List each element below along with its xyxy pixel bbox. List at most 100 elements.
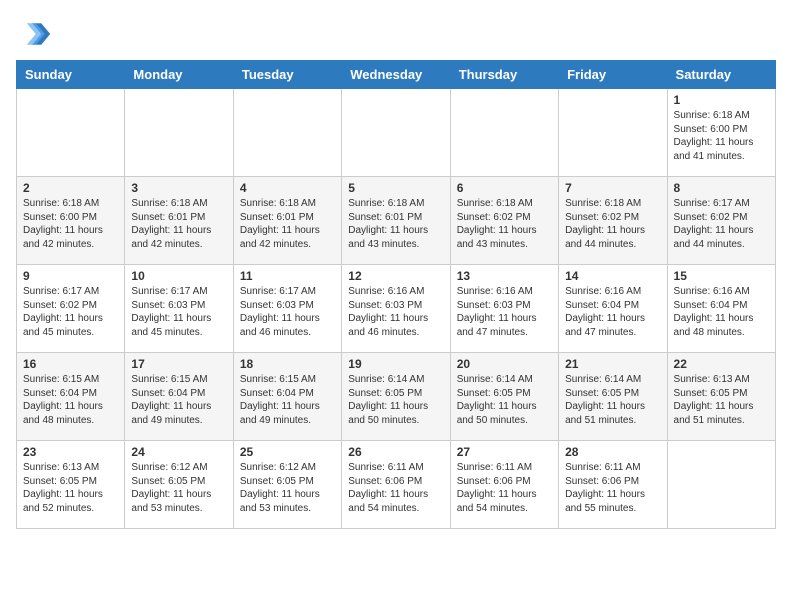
calendar-cell: 15 Sunrise: 6:16 AM Sunset: 6:04 PM Dayli… <box>667 265 775 353</box>
page-header <box>16 16 776 52</box>
day-number: 3 <box>131 181 226 195</box>
calendar-week-2: 2 Sunrise: 6:18 AM Sunset: 6:00 PM Daylig… <box>17 177 776 265</box>
calendar-week-4: 16 Sunrise: 6:15 AM Sunset: 6:04 PM Dayli… <box>17 353 776 441</box>
calendar-cell: 11 Sunrise: 6:17 AM Sunset: 6:03 PM Dayli… <box>233 265 341 353</box>
day-number: 18 <box>240 357 335 371</box>
day-number: 5 <box>348 181 443 195</box>
day-number: 13 <box>457 269 552 283</box>
day-number: 10 <box>131 269 226 283</box>
day-number: 12 <box>348 269 443 283</box>
day-number: 7 <box>565 181 660 195</box>
calendar-cell: 1Sunrise: 6:18 AM Sunset: 6:00 PM Daylig… <box>667 89 775 177</box>
day-info: Sunrise: 6:11 AM Sunset: 6:06 PM Dayligh… <box>457 461 552 515</box>
calendar-cell: 23Sunrise: 6:13 AM Sunset: 6:05 PM Dayli… <box>17 441 125 529</box>
calendar-table: SundayMondayTuesdayWednesdayThursdayFrid… <box>16 60 776 529</box>
calendar-cell: 20 Sunrise: 6:14 AM Sunset: 6:05 PM Dayli… <box>450 353 558 441</box>
day-info: Sunrise: 6:18 AM Sunset: 6:01 PM Dayligh… <box>348 197 443 251</box>
weekday-header-tuesday: Tuesday <box>233 61 341 89</box>
day-info: Sunrise: 6:16 AM Sunset: 6:03 PM Dayligh… <box>457 285 552 339</box>
day-number: 11 <box>240 269 335 283</box>
calendar-cell: 17 Sunrise: 6:15 AM Sunset: 6:04 PM Dayli… <box>125 353 233 441</box>
calendar-cell: 19 Sunrise: 6:14 AM Sunset: 6:05 PM Dayli… <box>342 353 450 441</box>
calendar-cell <box>342 89 450 177</box>
day-info: Sunrise: 6:17 AM Sunset: 6:02 PM Dayligh… <box>674 197 769 251</box>
calendar-cell <box>17 89 125 177</box>
day-number: 6 <box>457 181 552 195</box>
calendar-cell: 24 Sunrise: 6:12 AM Sunset: 6:05 PM Dayli… <box>125 441 233 529</box>
day-info: Sunrise: 6:16 AM Sunset: 6:04 PM Dayligh… <box>674 285 769 339</box>
day-number: 14 <box>565 269 660 283</box>
day-info: Sunrise: 6:17 AM Sunset: 6:03 PM Dayligh… <box>131 285 226 339</box>
day-number: 2 <box>23 181 118 195</box>
day-number: 8 <box>674 181 769 195</box>
weekday-header-row: SundayMondayTuesdayWednesdayThursdayFrid… <box>17 61 776 89</box>
calendar-cell: 22 Sunrise: 6:13 AM Sunset: 6:05 PM Dayli… <box>667 353 775 441</box>
calendar-cell <box>559 89 667 177</box>
day-info: Sunrise: 6:13 AM Sunset: 6:05 PM Dayligh… <box>23 461 118 515</box>
logo-icon <box>16 16 52 52</box>
day-number: 24 <box>131 445 226 459</box>
calendar-cell: 8 Sunrise: 6:17 AM Sunset: 6:02 PM Daylig… <box>667 177 775 265</box>
day-info: Sunrise: 6:17 AM Sunset: 6:02 PM Dayligh… <box>23 285 118 339</box>
day-number: 20 <box>457 357 552 371</box>
calendar-cell <box>125 89 233 177</box>
day-info: Sunrise: 6:12 AM Sunset: 6:05 PM Dayligh… <box>240 461 335 515</box>
calendar-cell: 2 Sunrise: 6:18 AM Sunset: 6:00 PM Daylig… <box>17 177 125 265</box>
day-info: Sunrise: 6:16 AM Sunset: 6:03 PM Dayligh… <box>348 285 443 339</box>
day-info: Sunrise: 6:14 AM Sunset: 6:05 PM Dayligh… <box>457 373 552 427</box>
day-info: Sunrise: 6:18 AM Sunset: 6:02 PM Dayligh… <box>457 197 552 251</box>
weekday-header-wednesday: Wednesday <box>342 61 450 89</box>
day-number: 21 <box>565 357 660 371</box>
day-number: 17 <box>131 357 226 371</box>
weekday-header-saturday: Saturday <box>667 61 775 89</box>
day-info: Sunrise: 6:18 AM Sunset: 6:02 PM Dayligh… <box>565 197 660 251</box>
day-number: 15 <box>674 269 769 283</box>
day-number: 9 <box>23 269 118 283</box>
weekday-header-monday: Monday <box>125 61 233 89</box>
calendar-cell <box>667 441 775 529</box>
day-number: 28 <box>565 445 660 459</box>
calendar-week-1: 1Sunrise: 6:18 AM Sunset: 6:00 PM Daylig… <box>17 89 776 177</box>
calendar-cell: 3 Sunrise: 6:18 AM Sunset: 6:01 PM Daylig… <box>125 177 233 265</box>
calendar-cell: 14 Sunrise: 6:16 AM Sunset: 6:04 PM Dayli… <box>559 265 667 353</box>
calendar-cell: 12 Sunrise: 6:16 AM Sunset: 6:03 PM Dayli… <box>342 265 450 353</box>
day-info: Sunrise: 6:13 AM Sunset: 6:05 PM Dayligh… <box>674 373 769 427</box>
weekday-header-friday: Friday <box>559 61 667 89</box>
day-info: Sunrise: 6:15 AM Sunset: 6:04 PM Dayligh… <box>23 373 118 427</box>
calendar-cell <box>450 89 558 177</box>
day-number: 27 <box>457 445 552 459</box>
day-info: Sunrise: 6:18 AM Sunset: 6:01 PM Dayligh… <box>131 197 226 251</box>
calendar-cell: 21 Sunrise: 6:14 AM Sunset: 6:05 PM Dayli… <box>559 353 667 441</box>
logo <box>16 16 56 52</box>
calendar-cell: 28Sunrise: 6:11 AM Sunset: 6:06 PM Dayli… <box>559 441 667 529</box>
day-number: 25 <box>240 445 335 459</box>
day-info: Sunrise: 6:11 AM Sunset: 6:06 PM Dayligh… <box>348 461 443 515</box>
weekday-header-sunday: Sunday <box>17 61 125 89</box>
day-info: Sunrise: 6:15 AM Sunset: 6:04 PM Dayligh… <box>131 373 226 427</box>
calendar-week-3: 9 Sunrise: 6:17 AM Sunset: 6:02 PM Daylig… <box>17 265 776 353</box>
day-number: 19 <box>348 357 443 371</box>
day-info: Sunrise: 6:16 AM Sunset: 6:04 PM Dayligh… <box>565 285 660 339</box>
day-info: Sunrise: 6:15 AM Sunset: 6:04 PM Dayligh… <box>240 373 335 427</box>
calendar-cell: 16 Sunrise: 6:15 AM Sunset: 6:04 PM Dayli… <box>17 353 125 441</box>
day-info: Sunrise: 6:18 AM Sunset: 6:01 PM Dayligh… <box>240 197 335 251</box>
day-number: 26 <box>348 445 443 459</box>
day-number: 4 <box>240 181 335 195</box>
day-info: Sunrise: 6:14 AM Sunset: 6:05 PM Dayligh… <box>348 373 443 427</box>
day-info: Sunrise: 6:17 AM Sunset: 6:03 PM Dayligh… <box>240 285 335 339</box>
calendar-cell: 25 Sunrise: 6:12 AM Sunset: 6:05 PM Dayli… <box>233 441 341 529</box>
calendar-cell: 5 Sunrise: 6:18 AM Sunset: 6:01 PM Daylig… <box>342 177 450 265</box>
calendar-cell: 6 Sunrise: 6:18 AM Sunset: 6:02 PM Daylig… <box>450 177 558 265</box>
day-info: Sunrise: 6:14 AM Sunset: 6:05 PM Dayligh… <box>565 373 660 427</box>
calendar-cell: 26 Sunrise: 6:11 AM Sunset: 6:06 PM Dayli… <box>342 441 450 529</box>
weekday-header-thursday: Thursday <box>450 61 558 89</box>
day-info: Sunrise: 6:18 AM Sunset: 6:00 PM Dayligh… <box>23 197 118 251</box>
calendar-cell: 10 Sunrise: 6:17 AM Sunset: 6:03 PM Dayli… <box>125 265 233 353</box>
day-info: Sunrise: 6:12 AM Sunset: 6:05 PM Dayligh… <box>131 461 226 515</box>
calendar-cell: 4 Sunrise: 6:18 AM Sunset: 6:01 PM Daylig… <box>233 177 341 265</box>
calendar-cell: 27 Sunrise: 6:11 AM Sunset: 6:06 PM Dayli… <box>450 441 558 529</box>
calendar-cell: 13 Sunrise: 6:16 AM Sunset: 6:03 PM Dayli… <box>450 265 558 353</box>
day-number: 16 <box>23 357 118 371</box>
calendar-cell <box>233 89 341 177</box>
day-number: 22 <box>674 357 769 371</box>
